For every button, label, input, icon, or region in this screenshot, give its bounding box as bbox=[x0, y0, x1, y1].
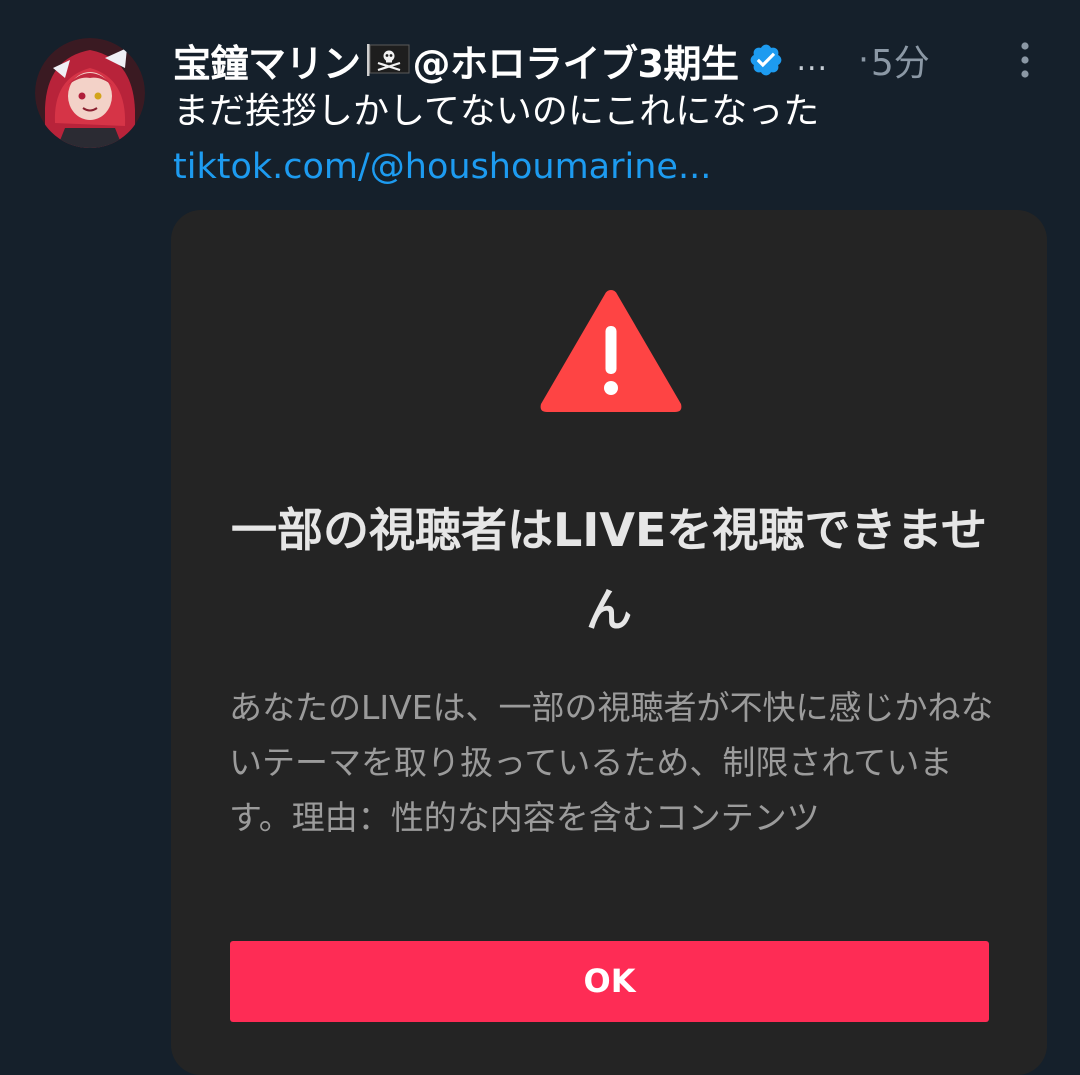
tweet[interactable]: 宝鐘マリン @ホロライブ3期生 ... · 5分 まだ挨拶しかしてないのにこれに… bbox=[0, 0, 1080, 1075]
ok-button[interactable]: OK bbox=[230, 941, 989, 1022]
warning-triangle-icon bbox=[540, 290, 682, 412]
more-vertical-icon[interactable] bbox=[1010, 38, 1040, 82]
pirate-flag-icon bbox=[366, 44, 410, 76]
avatar-image bbox=[35, 38, 145, 148]
name-truncation: ... bbox=[796, 42, 829, 78]
verified-badge-icon bbox=[751, 44, 782, 76]
media-card[interactable]: 一部の視聴者はLIVEを視聴できません あなたのLIVEは、一部の視聴者が不快に… bbox=[171, 210, 1047, 1075]
display-name-suffix[interactable]: @ホロライブ3期生 bbox=[413, 33, 739, 88]
dialog-title: 一部の視聴者はLIVEを視聴できません bbox=[230, 503, 988, 637]
tweet-link[interactable]: tiktok.com/@houshoumarine... bbox=[173, 140, 711, 194]
timestamp[interactable]: 5分 bbox=[871, 34, 930, 86]
dialog-body: あなたのLIVEは、一部の視聴者が不快に感じかねないテーマを取り扱っているため、… bbox=[229, 688, 994, 837]
dot-separator: · bbox=[858, 40, 869, 80]
avatar[interactable] bbox=[35, 38, 145, 148]
tweet-header: 宝鐘マリン @ホロライブ3期生 ... · 5分 bbox=[173, 30, 1053, 90]
tweet-text: まだ挨拶しかしてないのにこれになった bbox=[173, 91, 820, 132]
display-name[interactable]: 宝鐘マリン bbox=[173, 33, 361, 88]
